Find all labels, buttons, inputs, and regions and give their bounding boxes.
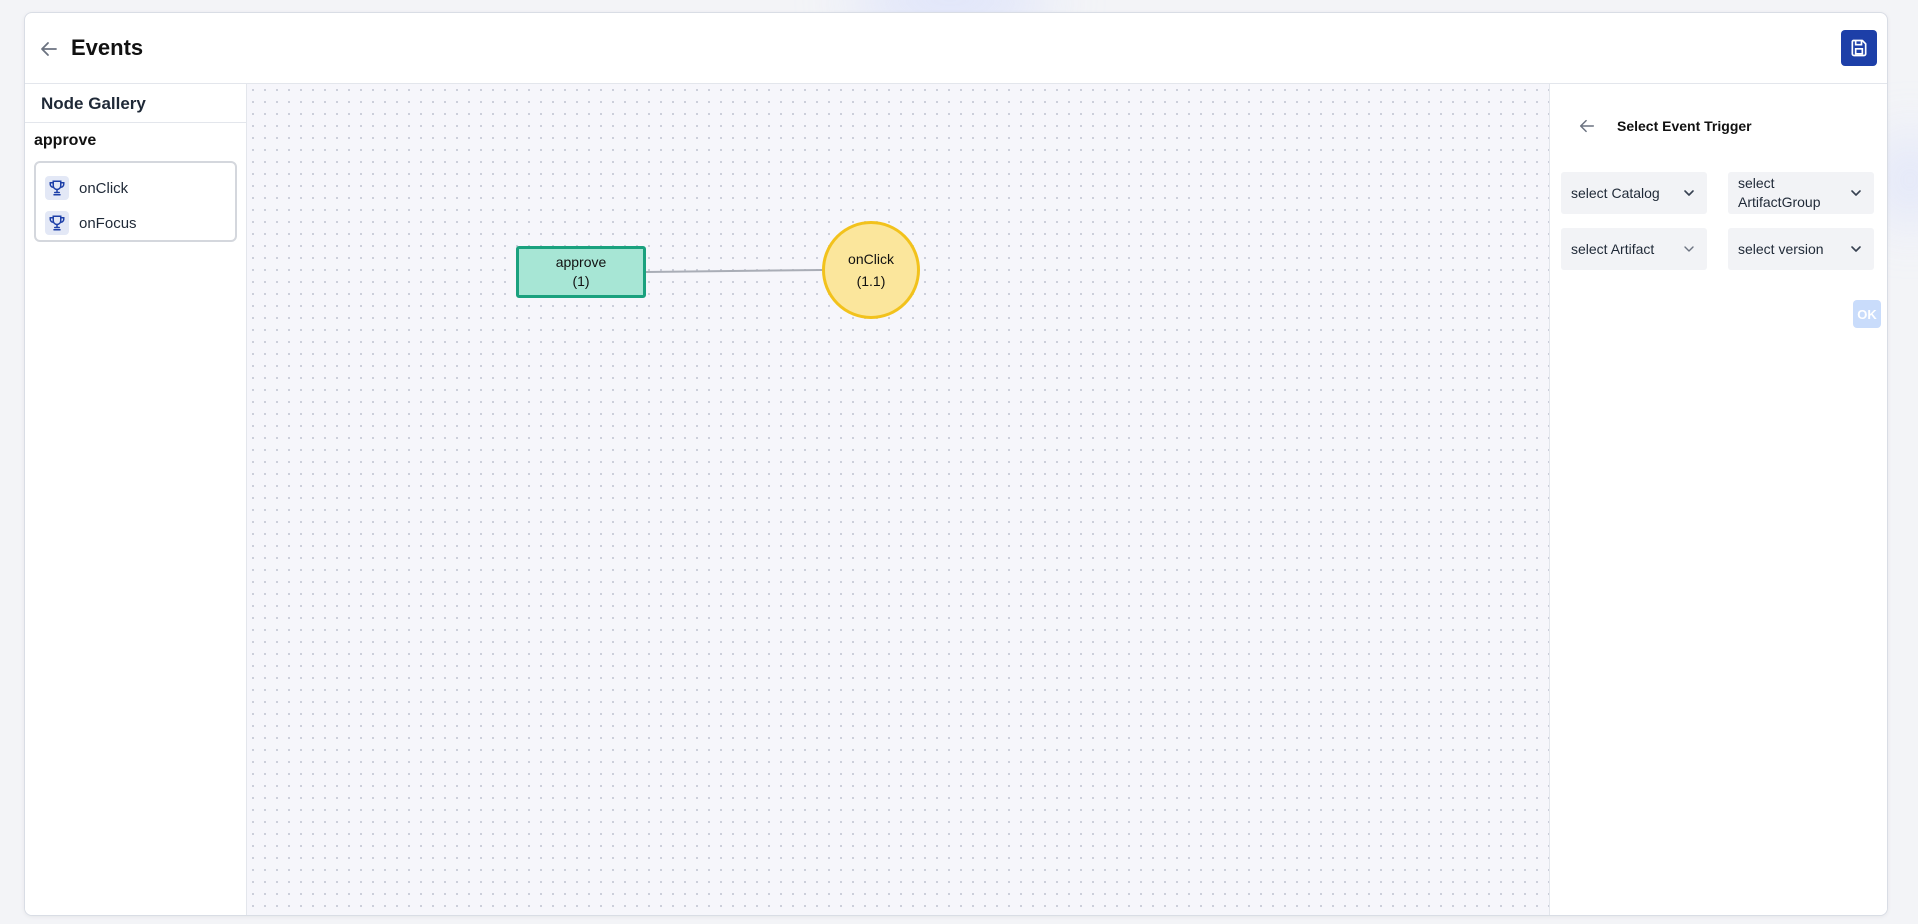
node-onclick[interactable]: onClick (1.1): [822, 221, 920, 319]
save-button[interactable]: [1841, 30, 1877, 66]
floppy-disk-icon: [1851, 39, 1867, 57]
node-id: (1.1): [856, 273, 886, 289]
header: Events: [25, 13, 1887, 84]
version-select[interactable]: select version: [1728, 228, 1874, 270]
trophy-icon: [45, 211, 69, 235]
node-label: approve: [555, 254, 607, 270]
panel-back-button[interactable]: [1577, 116, 1597, 136]
gallery-group-title: approve: [34, 132, 97, 149]
node-gallery: Node Gallery approve onClick onFocus: [25, 84, 247, 915]
edge-approve-onclick[interactable]: [645, 269, 823, 273]
chevron-down-icon: [1851, 246, 1861, 252]
catalog-select[interactable]: select Catalog: [1561, 172, 1707, 214]
arrow-left-icon: [1579, 119, 1595, 133]
gallery-title: Node Gallery: [25, 84, 246, 123]
flow-canvas[interactable]: approve (1) onClick (1.1): [247, 84, 1550, 915]
artifact-select[interactable]: select Artifact: [1561, 228, 1707, 270]
artifact-select-value: select Artifact: [1571, 240, 1655, 257]
events-window: Events Node Gallery approve onClick onFo…: [24, 12, 1888, 916]
version-select-value: select version: [1738, 240, 1824, 257]
arrow-left-icon: [41, 42, 57, 56]
trophy-icon: [45, 176, 69, 200]
gallery-item-onfocus[interactable]: onFocus: [36, 207, 235, 239]
node-approve[interactable]: approve (1): [516, 246, 646, 298]
ok-button[interactable]: OK: [1853, 300, 1881, 328]
node-id: (1): [572, 273, 590, 289]
gallery-item-label: onFocus: [79, 214, 137, 232]
edge-layer: [645, 269, 823, 273]
chevron-down-icon: [1851, 190, 1861, 196]
panel-title: Select Event Trigger: [1617, 118, 1752, 134]
back-button[interactable]: [37, 37, 61, 61]
gallery-node-list: onClick onFocus: [34, 161, 237, 242]
artifact-group-select[interactable]: select ArtifactGroup: [1728, 172, 1874, 214]
gallery-item-label: onClick: [79, 179, 129, 197]
chevron-down-icon: [1684, 190, 1694, 196]
artifact-group-select-value: select ArtifactGroup: [1738, 175, 1821, 210]
page-title: Events: [71, 35, 144, 60]
catalog-select-value: select Catalog: [1571, 184, 1660, 201]
event-trigger-panel: Select Event Trigger select Catalog sele…: [1551, 84, 1887, 915]
gallery-item-onclick[interactable]: onClick: [36, 169, 235, 207]
chevron-down-icon: [1684, 246, 1694, 252]
node-label: onClick: [848, 251, 894, 267]
